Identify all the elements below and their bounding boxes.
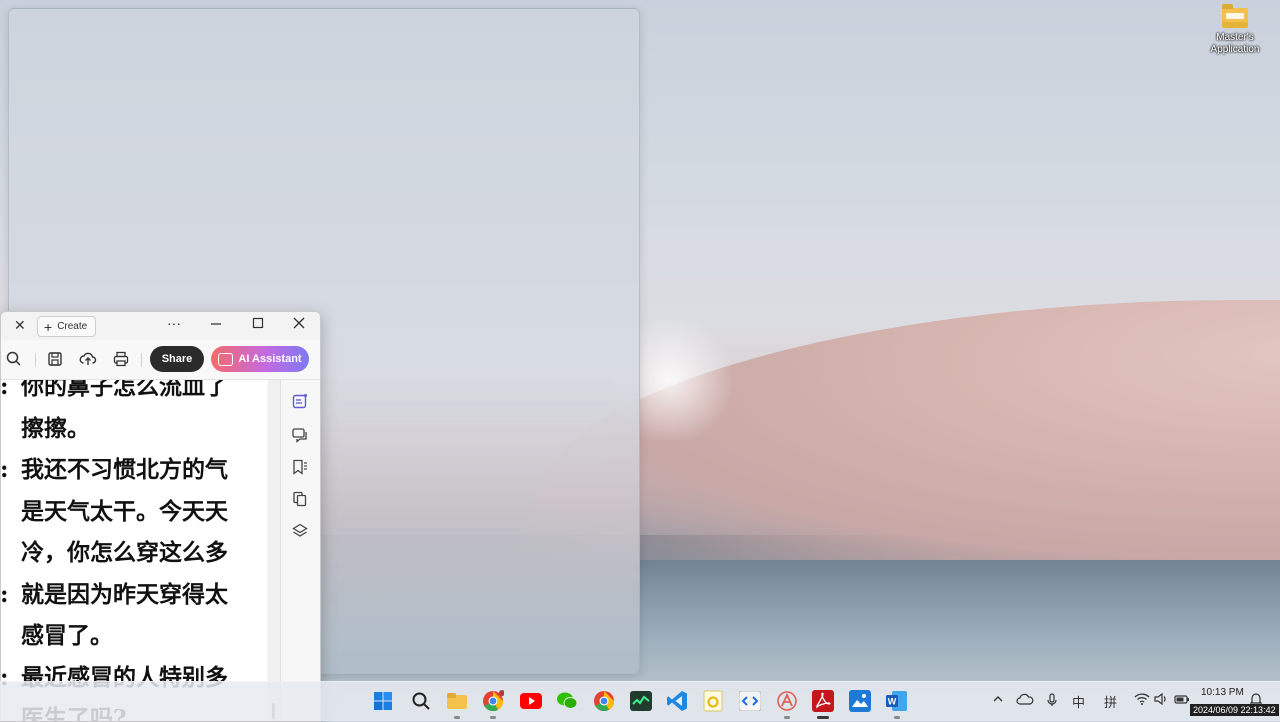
vertical-scrollbar[interactable]: [268, 380, 280, 721]
notes-app-icon[interactable]: [701, 689, 725, 713]
maximize-button[interactable]: [252, 316, 264, 332]
word-icon[interactable]: W: [885, 689, 909, 719]
ai-assistant-button[interactable]: AI Assistant: [211, 346, 309, 372]
bookmark-icon[interactable]: [291, 458, 309, 476]
chevron-up-icon[interactable]: [992, 693, 1004, 708]
document-line-text: 冷，你怎么穿这么多: [21, 539, 228, 566]
taskbar-clock-time[interactable]: 10:13 PM: [1201, 687, 1244, 698]
maximize-icon: [252, 317, 264, 329]
speaker-colon: :: [1, 574, 9, 616]
running-indicator: [817, 716, 829, 719]
running-indicator: [490, 716, 496, 719]
document-text: : 你的鼻子怎么流血了擦擦。: 我还不习惯北方的气是天气太干。今天天冷，你怎么穿这么…: [1, 380, 267, 721]
pdf-reader-window: ✕ + Create ··· Share AI Assistant 你的鼻子怎么…: [0, 311, 321, 722]
youtube-icon[interactable]: [519, 689, 543, 713]
code-editor-icon[interactable]: [738, 689, 762, 713]
running-indicator: [454, 716, 460, 719]
toolbar-divider: [141, 353, 142, 367]
toolbar: Share AI Assistant: [1, 341, 320, 380]
save-icon[interactable]: [46, 350, 64, 368]
design-app-icon[interactable]: [775, 689, 799, 719]
close-icon: [293, 317, 305, 329]
print-icon[interactable]: [112, 350, 130, 368]
chrome-icon[interactable]: [592, 689, 616, 713]
document-line-text: 我还不习惯北方的气: [21, 456, 228, 483]
document-line: : 就是因为昨天穿得太: [1, 574, 267, 616]
tab-close-icon[interactable]: ✕: [14, 317, 26, 334]
speaker-colon: :: [1, 380, 9, 408]
document-line: : 我还不习惯北方的气: [1, 449, 267, 491]
volume-icon[interactable]: [1154, 692, 1168, 708]
onedrive-cloud-icon[interactable]: [1016, 693, 1034, 708]
desktop-icon-label: Master's Application: [1210, 32, 1260, 55]
plus-icon: +: [44, 318, 53, 335]
folder-icon: [1222, 4, 1248, 28]
document-line: 冷，你怎么穿这么多: [1, 532, 267, 574]
document-line: 擦擦。: [1, 408, 267, 450]
edit-text-icon[interactable]: [291, 392, 309, 410]
document-line: 感冒了。: [1, 615, 267, 657]
title-bar: ✕ + Create ···: [1, 312, 320, 340]
wifi-icon[interactable]: [1134, 693, 1150, 708]
ime-mode-indicator[interactable]: 中: [1072, 692, 1085, 711]
search-icon[interactable]: [409, 689, 433, 713]
document-line-text: 感冒了。: [21, 622, 113, 649]
desktop-icon-masters-application[interactable]: Master's Application: [1204, 4, 1266, 56]
document-line-text: 擦擦。: [21, 414, 90, 442]
layers-icon[interactable]: [291, 522, 309, 540]
photos-app-icon[interactable]: [848, 689, 872, 713]
running-indicator: [784, 716, 790, 719]
ai-assistant-icon: [218, 352, 234, 366]
create-button[interactable]: + Create: [37, 316, 97, 337]
microphone-icon[interactable]: [1046, 693, 1058, 710]
pdf-reader-icon[interactable]: [811, 689, 835, 719]
minimize-icon: [211, 323, 221, 325]
search-icon[interactable]: [5, 350, 23, 368]
document-line: : 你的鼻子怎么流血了: [1, 380, 267, 408]
taskbar-clock-date[interactable]: 2024/06/09 22:13:42: [1190, 704, 1279, 716]
vscode-icon[interactable]: [665, 689, 689, 713]
chrome-icon[interactable]: [481, 689, 505, 719]
svg-text:W: W: [888, 697, 897, 707]
pages-icon[interactable]: [291, 490, 309, 508]
document-line-text: 是天气太干。今天天: [21, 497, 228, 525]
right-tools-panel: [280, 380, 320, 721]
document-line-text: 就是因为昨天穿得太: [21, 580, 228, 608]
close-button[interactable]: [293, 316, 305, 332]
start-menu-windows-icon[interactable]: [371, 689, 395, 713]
ime-name-indicator[interactable]: 拼: [1104, 692, 1117, 711]
wechat-icon[interactable]: [555, 689, 579, 713]
running-indicator: [894, 716, 900, 719]
toolbar-divider: [35, 353, 36, 367]
more-options-button[interactable]: ···: [167, 315, 181, 331]
taskbar: W 中 拼: [0, 681, 1280, 721]
document-line-text: 你的鼻子怎么流血了: [21, 380, 228, 400]
create-label: Create: [57, 321, 88, 332]
share-button[interactable]: Share: [150, 346, 204, 372]
stock-chart-app-icon[interactable]: [629, 689, 653, 713]
comment-icon[interactable]: [291, 426, 309, 444]
document-line: 是天气太干。今天天: [1, 491, 267, 533]
speaker-colon: :: [1, 449, 9, 491]
upload-cloud-icon[interactable]: [79, 350, 97, 368]
file-explorer-icon[interactable]: [445, 689, 469, 719]
battery-icon[interactable]: [1174, 693, 1190, 708]
document-page[interactable]: : 你的鼻子怎么流血了擦擦。: 我还不习惯北方的气是天气太干。今天天冷，你怎么穿这么…: [1, 380, 267, 721]
minimize-button[interactable]: [210, 316, 222, 332]
ai-assistant-label: AI Assistant: [238, 353, 302, 365]
